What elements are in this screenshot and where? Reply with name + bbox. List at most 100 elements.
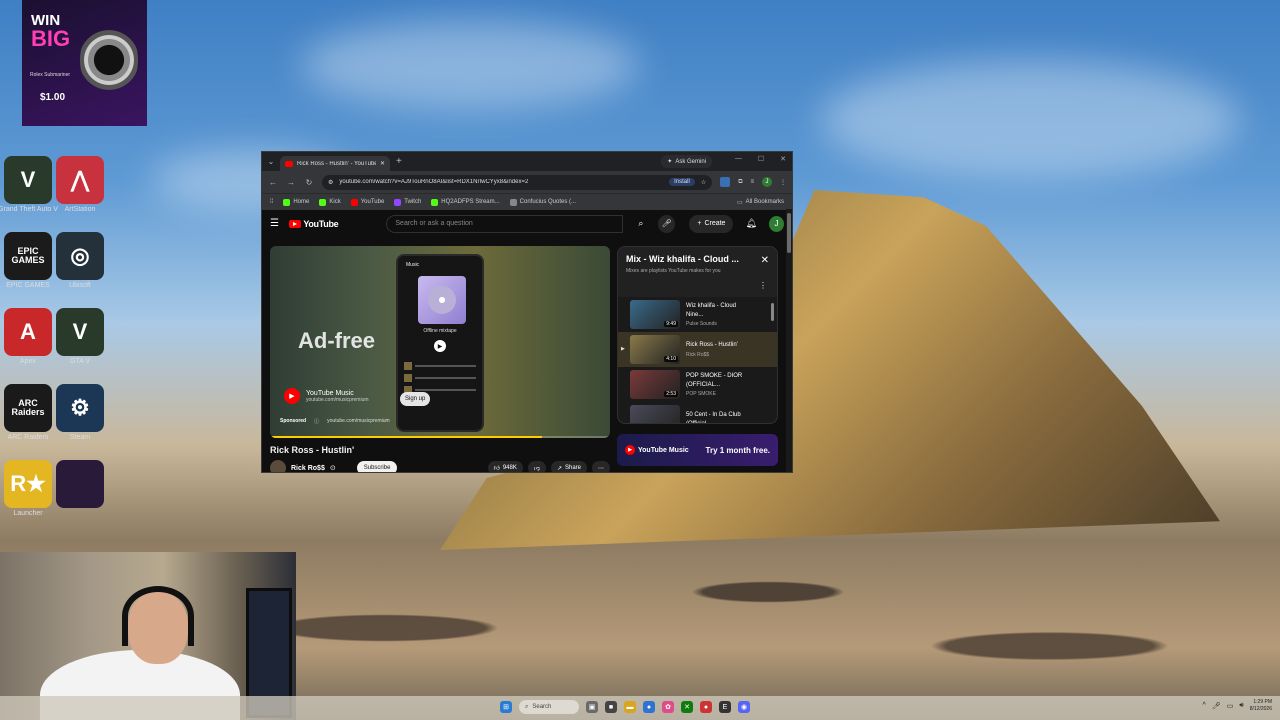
gemini-icon: ✦ bbox=[667, 159, 673, 165]
subscribe-button[interactable]: Subscribe bbox=[356, 461, 398, 472]
epic-games-icon[interactable]: E bbox=[719, 701, 731, 713]
phone-track-row bbox=[404, 362, 476, 370]
new-tab-icon[interactable]: + bbox=[396, 156, 402, 167]
scrollbar-thumb[interactable] bbox=[787, 213, 791, 253]
tab-youtube[interactable]: Rick Ross - Hustlin' - YouTube ✕ bbox=[280, 156, 390, 171]
omnibox[interactable]: ⚙ youtube.com/watch?v=AJ9TouRnO8AI&list=… bbox=[322, 174, 713, 190]
profile-avatar[interactable]: J bbox=[762, 177, 772, 187]
bookmark-star-icon[interactable]: ☆ bbox=[701, 179, 706, 186]
desktop-icon-apex[interactable]: A bbox=[4, 308, 52, 356]
install-button[interactable]: Install bbox=[669, 178, 695, 186]
back-icon[interactable]: ← bbox=[268, 178, 278, 187]
desktop-icon-epic[interactable]: EPIC GAMES bbox=[4, 232, 52, 280]
youtube-avatar[interactable]: J bbox=[768, 215, 784, 232]
desktop-icon-gta2[interactable]: V bbox=[56, 308, 104, 356]
browser-menu-icon[interactable]: ⋮ bbox=[780, 179, 786, 186]
share-button[interactable]: ↗ Share bbox=[550, 461, 587, 472]
volume-icon[interactable]: 🔊︎ bbox=[1239, 702, 1243, 710]
app-icon[interactable]: ● bbox=[700, 701, 712, 713]
bookmark-item[interactable]: Kick bbox=[319, 198, 341, 206]
forward-icon[interactable]: → bbox=[286, 178, 296, 187]
microphone-tray-icon[interactable]: 🎤︎ bbox=[1212, 702, 1221, 710]
bookmark-item[interactable]: Twitch bbox=[394, 198, 421, 206]
bookmark-item[interactable]: Home bbox=[283, 198, 309, 206]
channel-row: Rick Ro$$ ⊙ Subscribe 👍︎ 948K 👎︎ ↗ Share… bbox=[270, 460, 610, 472]
info-icon[interactable]: ⓘ bbox=[314, 418, 319, 425]
signup-button[interactable]: Sign up bbox=[400, 392, 431, 406]
media-icon[interactable]: ≡ bbox=[750, 179, 754, 185]
notifications-bell-icon[interactable]: 🔔︎ bbox=[745, 218, 756, 229]
close-icon[interactable]: ✕ bbox=[761, 255, 769, 266]
desktop-icon-arc[interactable]: ARC Raiders bbox=[4, 384, 52, 432]
like-button[interactable]: 👍︎ 948K bbox=[487, 461, 523, 472]
chrome-icon[interactable]: ● bbox=[643, 701, 655, 713]
network-icon[interactable]: ▭ bbox=[1227, 702, 1234, 710]
apps-grid-icon[interactable]: ⁞⁞ bbox=[270, 199, 273, 205]
desktop-ad-widget[interactable]: WIN BIG Rolex Submariner $1.00 bbox=[22, 0, 147, 126]
start-windows-icon[interactable]: ⊞ bbox=[500, 701, 512, 713]
desktop-icon-ubisoft[interactable]: ◎ bbox=[56, 232, 104, 280]
download-disc-icon bbox=[428, 286, 456, 314]
mix-artist: Rick Ro$$ bbox=[686, 351, 710, 358]
mix-item[interactable]: ▶ 4:10 Rick Ross - Hustlin' Rick Ro$$ bbox=[618, 332, 777, 367]
watch-image bbox=[80, 20, 138, 100]
clock[interactable]: 1:29 PM 8/12/2026 bbox=[1250, 699, 1272, 712]
extensions-puzzle-icon[interactable]: ⧉ bbox=[738, 179, 742, 186]
taskbar-search[interactable]: ⌕ Search bbox=[519, 700, 579, 714]
site-info-icon[interactable]: ⚙ bbox=[328, 179, 333, 186]
widgets-icon[interactable]: ■ bbox=[605, 701, 617, 713]
extension-icon[interactable] bbox=[720, 177, 731, 187]
desktop-icon-label: GTA V bbox=[69, 358, 91, 365]
desktop-icon-rockstar[interactable]: R★ bbox=[4, 460, 52, 508]
page-scrollbar[interactable] bbox=[786, 209, 792, 472]
tab-close-icon[interactable]: ✕ bbox=[380, 160, 385, 167]
mix-header: Mix - Wiz khalifa - Cloud ... Mixes are … bbox=[618, 247, 777, 297]
file-explorer-icon[interactable]: ▬ bbox=[624, 701, 636, 713]
mix-title[interactable]: Mix - Wiz khalifa - Cloud ... bbox=[626, 254, 750, 264]
video-player[interactable]: Ad-free Music Offline mixtape ▶ ▶ YouTub… bbox=[270, 246, 610, 438]
banner-cta[interactable]: Try 1 month free. bbox=[706, 446, 770, 455]
mix-scrollbar[interactable] bbox=[771, 303, 774, 321]
desktop-icon-artstation[interactable]: ⋀ bbox=[56, 156, 104, 204]
url-text[interactable]: youtube.com/watch?v=AJ9TouRnO8AI&list=RD… bbox=[339, 179, 663, 185]
task-view-icon[interactable]: ▣ bbox=[586, 701, 598, 713]
youtube-logo[interactable]: YouTube bbox=[289, 219, 339, 229]
maximize-icon[interactable]: ☐ bbox=[758, 155, 764, 163]
dislike-button[interactable]: 👎︎ bbox=[527, 461, 546, 472]
tab-search-icon[interactable]: ⌄ bbox=[262, 152, 280, 171]
minimize-icon[interactable]: — bbox=[735, 155, 742, 163]
verified-icon: ⊙ bbox=[329, 465, 336, 472]
xbox-icon[interactable]: ✕ bbox=[681, 701, 693, 713]
create-button[interactable]: + Create bbox=[689, 214, 734, 233]
youtube-music-banner[interactable]: ▶ YouTube Music Try 1 month free. bbox=[617, 434, 778, 466]
bookmark-item[interactable]: HQ2ADFPS Stream... bbox=[431, 198, 500, 206]
tray-chevron-icon[interactable]: ^ bbox=[1203, 702, 1206, 709]
more-actions-icon[interactable]: ⋯ bbox=[592, 461, 610, 472]
all-bookmarks[interactable]: ▭ All Bookmarks bbox=[737, 199, 784, 206]
bookmark-item[interactable]: YouTube bbox=[350, 198, 384, 206]
discord-icon[interactable]: ◉ bbox=[738, 701, 750, 713]
channel-avatar[interactable] bbox=[270, 460, 286, 472]
ad-progress-bar bbox=[270, 436, 542, 438]
mix-item[interactable]: 9:49 Wiz khalifa - Cloud Nine... Pulse Sou… bbox=[618, 297, 777, 332]
search-icon[interactable]: ⌕ bbox=[631, 215, 650, 233]
mix-duration: 9:49 bbox=[664, 321, 678, 327]
more-vert-icon[interactable]: ⋮ bbox=[759, 281, 767, 290]
sponsored-url[interactable]: youtube.com/musicpremium bbox=[327, 418, 390, 425]
hamburger-menu-icon[interactable]: ☰ bbox=[270, 218, 281, 229]
desktop-icon-fivem[interactable] bbox=[56, 460, 104, 508]
ask-gemini-button[interactable]: ✦ Ask Gemini bbox=[661, 155, 712, 168]
reload-icon[interactable]: ↻ bbox=[304, 178, 314, 187]
microphone-icon[interactable]: 🎤︎ bbox=[658, 214, 676, 233]
desktop-icon-steam[interactable]: ⚙ bbox=[56, 384, 104, 432]
mix-item[interactable]: 50 Cent - In Da Club (Official... bbox=[618, 402, 777, 424]
youtube-search-input[interactable]: Search or ask a question bbox=[386, 214, 624, 233]
mix-item[interactable]: 2:53 POP SMOKE - DIOR (OFFICIAL... POP SMO… bbox=[618, 367, 777, 402]
mix-song-title: 50 Cent - In Da Club (Official... bbox=[686, 412, 741, 424]
bookmark-item[interactable]: Confucius Quotes (... bbox=[509, 198, 576, 206]
desktop-icon-gta[interactable]: V bbox=[4, 156, 52, 204]
ad-brand[interactable]: ▶ YouTube Music youtube.com/musicpremium bbox=[284, 388, 369, 404]
close-window-icon[interactable]: ✕ bbox=[780, 155, 786, 163]
channel-name[interactable]: Rick Ro$$ bbox=[291, 465, 325, 472]
app-icon[interactable]: ✿ bbox=[662, 701, 674, 713]
